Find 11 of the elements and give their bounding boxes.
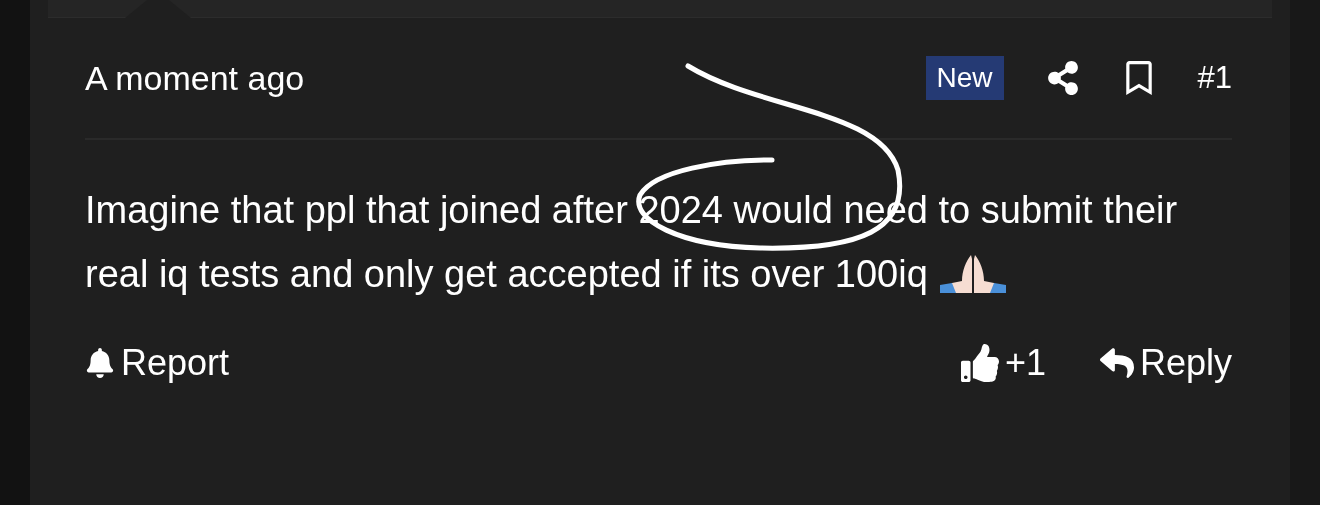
- praying-hands-icon: [938, 253, 1009, 293]
- reply-button[interactable]: Reply: [1099, 342, 1232, 384]
- share-icon[interactable]: [1045, 61, 1080, 95]
- report-button[interactable]: Report: [85, 342, 230, 384]
- post-time: A moment ago: [85, 58, 306, 98]
- like-button[interactable]: +1: [960, 342, 1046, 384]
- post-number-link[interactable]: #1: [1197, 60, 1232, 96]
- new-badge: New: [925, 56, 1004, 100]
- bell-icon: [85, 348, 115, 378]
- reply-icon: [1099, 346, 1134, 380]
- thumbs-up-icon: [960, 344, 999, 382]
